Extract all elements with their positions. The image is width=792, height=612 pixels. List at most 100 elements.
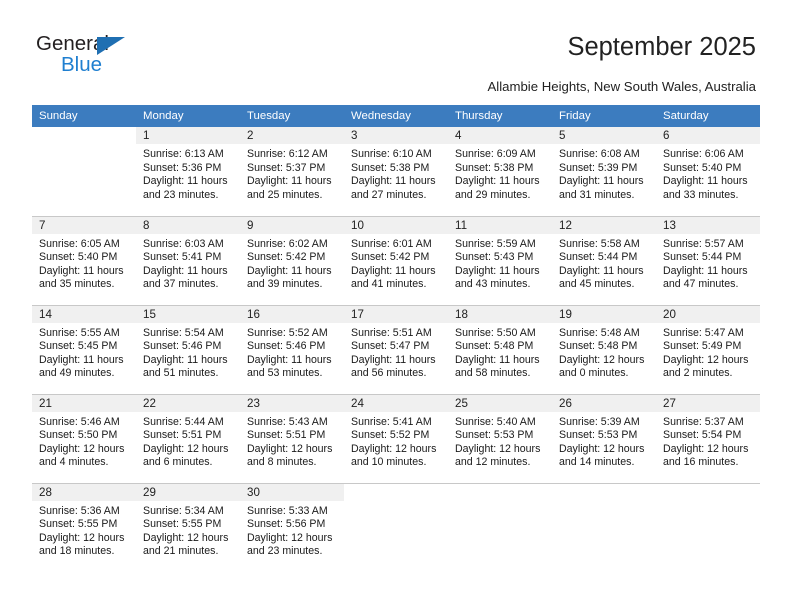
calendar-day-cell[interactable]: 15 Sunrise: 5:54 AM Sunset: 5:46 PM Dayligh…: [136, 304, 240, 394]
day-number: 28: [32, 483, 136, 501]
sunset-text: Sunset: 5:48 PM: [559, 340, 638, 353]
sunset-text: Sunset: 5:42 PM: [351, 251, 430, 264]
calendar-day-cell[interactable]: 18 Sunrise: 5:50 AM Sunset: 5:48 PM Dayligh…: [448, 304, 552, 394]
day-details: Sunrise: 5:40 AM Sunset: 5:53 PM Daylight:…: [448, 412, 552, 470]
sunset-text: Sunset: 5:39 PM: [559, 161, 638, 174]
sunset-text: Sunset: 5:44 PM: [559, 251, 638, 264]
sunset-text: Sunset: 5:53 PM: [455, 429, 534, 442]
day-details: Sunrise: 5:55 AM Sunset: 5:45 PM Daylight:…: [32, 323, 136, 381]
calendar-day-cell[interactable]: 6 Sunrise: 6:06 AM Sunset: 5:40 PM Daylight…: [656, 127, 760, 216]
day-details: Sunrise: 5:51 AM Sunset: 5:47 PM Daylight:…: [344, 323, 448, 381]
calendar-day-cell[interactable]: 20 Sunrise: 5:47 AM Sunset: 5:49 PM Dayligh…: [656, 304, 760, 394]
sunset-text: Sunset: 5:44 PM: [663, 251, 742, 264]
day-number: 8: [136, 216, 240, 234]
sunset-text: Sunset: 5:49 PM: [663, 340, 742, 353]
sunrise-text: Sunrise: 5:44 AM: [143, 415, 224, 428]
day-number: 14: [32, 305, 136, 323]
sunrise-text: Sunrise: 6:08 AM: [559, 148, 640, 160]
day-details: Sunrise: 6:09 AM Sunset: 5:38 PM Daylight:…: [448, 144, 552, 202]
daylight-text: Daylight: 11 hours and 33 minutes.: [663, 175, 748, 201]
calendar-day-cell[interactable]: 28 Sunrise: 5:36 AM Sunset: 5:55 PM Dayligh…: [32, 482, 136, 572]
sunrise-text: Sunrise: 6:09 AM: [455, 148, 536, 160]
calendar-day-cell[interactable]: 12 Sunrise: 5:58 AM Sunset: 5:44 PM Dayligh…: [552, 215, 656, 305]
calendar-day-cell[interactable]: 30 Sunrise: 5:33 AM Sunset: 5:56 PM Dayligh…: [240, 482, 344, 572]
general-blue-logo[interactable]: General Blue: [36, 33, 166, 83]
weekday-header-thursday: Thursday: [448, 105, 552, 127]
daylight-text: Daylight: 12 hours and 14 minutes.: [559, 442, 645, 469]
calendar-day-cell[interactable]: 24 Sunrise: 5:41 AM Sunset: 5:52 PM Dayligh…: [344, 393, 448, 483]
sunrise-text: Sunrise: 6:10 AM: [351, 148, 432, 160]
sunrise-text: Sunrise: 6:01 AM: [351, 237, 432, 250]
calendar-day-cell[interactable]: 3 Sunrise: 6:10 AM Sunset: 5:38 PM Daylight…: [344, 127, 448, 216]
sunset-text: Sunset: 5:43 PM: [455, 251, 534, 264]
day-number: 23: [240, 394, 344, 412]
daylight-text: Daylight: 12 hours and 12 minutes.: [455, 442, 541, 469]
day-details: Sunrise: 6:08 AM Sunset: 5:39 PM Daylight:…: [552, 144, 656, 202]
day-number: [344, 483, 448, 501]
sunset-text: Sunset: 5:51 PM: [247, 429, 326, 442]
day-number: 20: [656, 305, 760, 323]
calendar-day-cell[interactable]: 1 Sunrise: 6:13 AM Sunset: 5:36 PM Daylight…: [136, 127, 240, 216]
sunset-text: Sunset: 5:54 PM: [663, 429, 742, 442]
day-number: 2: [240, 127, 344, 144]
sunset-text: Sunset: 5:56 PM: [247, 518, 326, 531]
sunset-text: Sunset: 5:53 PM: [559, 429, 638, 442]
calendar-day-cell[interactable]: 14 Sunrise: 5:55 AM Sunset: 5:45 PM Dayligh…: [32, 304, 136, 394]
day-details: Sunrise: 5:58 AM Sunset: 5:44 PM Daylight:…: [552, 234, 656, 292]
calendar-cell-empty: [344, 482, 448, 572]
sunrise-text: Sunrise: 5:51 AM: [351, 326, 432, 339]
calendar-day-cell[interactable]: 13 Sunrise: 5:57 AM Sunset: 5:44 PM Dayligh…: [656, 215, 760, 305]
calendar-day-cell[interactable]: 16 Sunrise: 5:52 AM Sunset: 5:46 PM Dayligh…: [240, 304, 344, 394]
sunrise-text: Sunrise: 5:37 AM: [663, 415, 744, 428]
sunrise-text: Sunrise: 5:46 AM: [39, 415, 120, 428]
sunrise-text: Sunrise: 5:50 AM: [455, 326, 536, 339]
day-number: 17: [344, 305, 448, 323]
sunset-text: Sunset: 5:55 PM: [39, 518, 118, 531]
day-details: Sunrise: 5:52 AM Sunset: 5:46 PM Daylight:…: [240, 323, 344, 381]
sunset-text: Sunset: 5:41 PM: [143, 251, 222, 264]
day-number: 13: [656, 216, 760, 234]
sunrise-text: Sunrise: 5:39 AM: [559, 415, 640, 428]
weekday-header-monday: Monday: [136, 105, 240, 127]
daylight-text: Daylight: 12 hours and 8 minutes.: [247, 442, 333, 469]
sunset-text: Sunset: 5:50 PM: [39, 429, 118, 442]
day-details: Sunrise: 5:34 AM Sunset: 5:55 PM Daylight:…: [136, 501, 240, 559]
day-number: 22: [136, 394, 240, 412]
calendar-day-cell[interactable]: 17 Sunrise: 5:51 AM Sunset: 5:47 PM Dayligh…: [344, 304, 448, 394]
day-details: Sunrise: 6:03 AM Sunset: 5:41 PM Daylight:…: [136, 234, 240, 292]
day-number: 11: [448, 216, 552, 234]
day-details: Sunrise: 5:43 AM Sunset: 5:51 PM Daylight:…: [240, 412, 344, 470]
sunrise-text: Sunrise: 5:52 AM: [247, 326, 328, 339]
calendar-day-cell[interactable]: 21 Sunrise: 5:46 AM Sunset: 5:50 PM Dayligh…: [32, 393, 136, 483]
calendar-day-cell[interactable]: 11 Sunrise: 5:59 AM Sunset: 5:43 PM Dayligh…: [448, 215, 552, 305]
calendar-day-cell[interactable]: 4 Sunrise: 6:09 AM Sunset: 5:38 PM Daylight…: [448, 127, 552, 216]
daylight-text: Daylight: 11 hours and 58 minutes.: [455, 353, 540, 380]
calendar-day-cell[interactable]: 22 Sunrise: 5:44 AM Sunset: 5:51 PM Dayligh…: [136, 393, 240, 483]
calendar-day-cell[interactable]: 29 Sunrise: 5:34 AM Sunset: 5:55 PM Dayligh…: [136, 482, 240, 572]
calendar-day-cell[interactable]: 9 Sunrise: 6:02 AM Sunset: 5:42 PM Daylight…: [240, 215, 344, 305]
calendar-day-cell[interactable]: 25 Sunrise: 5:40 AM Sunset: 5:53 PM Dayligh…: [448, 393, 552, 483]
calendar-day-cell[interactable]: 7 Sunrise: 6:05 AM Sunset: 5:40 PM Daylight…: [32, 215, 136, 305]
day-number: 3: [344, 127, 448, 144]
logo-text-blue: Blue: [61, 53, 103, 76]
calendar-day-cell[interactable]: 5 Sunrise: 6:08 AM Sunset: 5:39 PM Daylight…: [552, 127, 656, 216]
daylight-text: Daylight: 11 hours and 35 minutes.: [39, 264, 124, 291]
sunset-text: Sunset: 5:51 PM: [143, 429, 222, 442]
calendar-day-cell[interactable]: 10 Sunrise: 6:01 AM Sunset: 5:42 PM Dayligh…: [344, 215, 448, 305]
day-details: Sunrise: 5:33 AM Sunset: 5:56 PM Daylight:…: [240, 501, 344, 559]
calendar-day-cell[interactable]: 19 Sunrise: 5:48 AM Sunset: 5:48 PM Dayligh…: [552, 304, 656, 394]
calendar-day-cell[interactable]: 26 Sunrise: 5:39 AM Sunset: 5:53 PM Dayligh…: [552, 393, 656, 483]
daylight-text: Daylight: 12 hours and 2 minutes.: [663, 353, 749, 380]
calendar-day-cell[interactable]: 27 Sunrise: 5:37 AM Sunset: 5:54 PM Dayligh…: [656, 393, 760, 483]
day-details: Sunrise: 5:47 AM Sunset: 5:49 PM Daylight:…: [656, 323, 760, 381]
calendar-day-cell[interactable]: 2 Sunrise: 6:12 AM Sunset: 5:37 PM Daylight…: [240, 127, 344, 216]
sunrise-text: Sunrise: 5:47 AM: [663, 326, 744, 339]
sunset-text: Sunset: 5:48 PM: [455, 340, 534, 353]
day-number: 4: [448, 127, 552, 144]
calendar-day-cell[interactable]: 8 Sunrise: 6:03 AM Sunset: 5:41 PM Daylight…: [136, 215, 240, 305]
calendar-day-cell[interactable]: 23 Sunrise: 5:43 AM Sunset: 5:51 PM Dayligh…: [240, 393, 344, 483]
calendar-cell-empty: [32, 127, 136, 216]
weekday-header-saturday: Saturday: [656, 105, 760, 127]
daylight-text: Daylight: 11 hours and 43 minutes.: [455, 264, 540, 291]
day-details: Sunrise: 5:50 AM Sunset: 5:48 PM Daylight:…: [448, 323, 552, 381]
